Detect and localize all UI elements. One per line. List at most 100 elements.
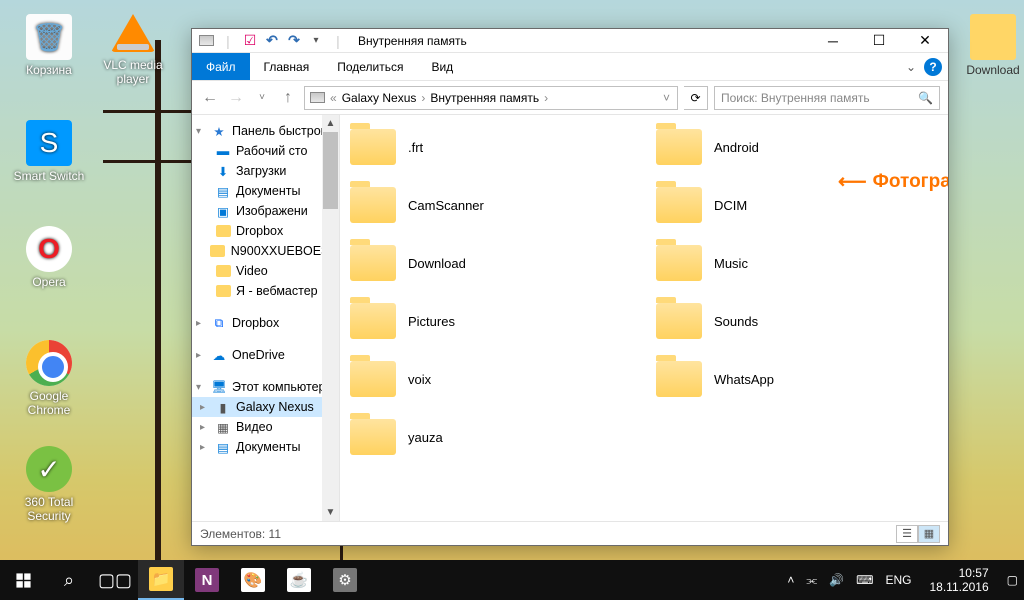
start-button[interactable]: [0, 560, 46, 600]
wifi-icon[interactable]: ⫘: [806, 573, 817, 588]
sidebar-item-documents-pc[interactable]: ▸▤Документы: [192, 437, 339, 457]
sidebar-item-downloads[interactable]: ⬇Загрузки📌: [192, 161, 339, 181]
search-icon[interactable]: 🔍: [918, 91, 933, 105]
folder-voix[interactable]: voix: [350, 361, 632, 397]
scroll-down-icon[interactable]: ▼: [322, 504, 339, 521]
content-pane[interactable]: .frt Android CamScanner DCIM Download Mu…: [340, 115, 948, 521]
action-center-icon[interactable]: ▢: [1007, 573, 1018, 587]
taskbar-app[interactable]: ⚙: [322, 560, 368, 600]
folder-icon: [215, 283, 231, 299]
star-icon: ★: [211, 123, 227, 139]
download-folder-shortcut[interactable]: Download: [954, 14, 1024, 77]
view-tab[interactable]: Вид: [417, 53, 467, 80]
forward-button[interactable]: →: [226, 88, 246, 108]
sidebar-item-documents[interactable]: ▤Документы📌: [192, 181, 339, 201]
back-button[interactable]: ←: [200, 88, 220, 108]
minimize-button[interactable]: ─: [810, 29, 856, 53]
up-button[interactable]: ↑: [278, 88, 298, 108]
search-button[interactable]: ⌕: [46, 560, 92, 600]
folder-whatsapp[interactable]: WhatsApp: [656, 361, 938, 397]
taskbar-file-explorer[interactable]: 📁: [138, 560, 184, 600]
folder-label: CamScanner: [408, 198, 484, 213]
video-icon: ▦: [215, 419, 231, 435]
maximize-button[interactable]: ☐: [856, 29, 902, 53]
folder-camscanner[interactable]: CamScanner: [350, 187, 632, 223]
sidebar-item-dropbox[interactable]: Dropbox: [192, 221, 339, 241]
system-tray[interactable]: ˄ ⫘ 🔊 ⌨ ENG 10:5718.11.2016 ▢: [787, 560, 1024, 600]
sidebar-item-videos[interactable]: ▸▦Видео: [192, 417, 339, 437]
volume-icon[interactable]: 🔊: [829, 573, 844, 587]
vlc-shortcut[interactable]: VLC media player: [94, 14, 172, 86]
sidebar-item-n900[interactable]: N900XXUEBOE3_: [192, 241, 339, 261]
address-bar[interactable]: « Galaxy Nexus › Внутренняя память › ˅: [304, 86, 678, 110]
folder-download[interactable]: Download: [350, 245, 632, 281]
tray-expand-icon[interactable]: ˄: [787, 573, 794, 587]
help-icon[interactable]: ?: [924, 58, 942, 76]
address-bar-row: ← → ˅ ↑ « Galaxy Nexus › Внутренняя памя…: [192, 81, 948, 115]
taskbar-paint[interactable]: 🎨: [230, 560, 276, 600]
path-dropdown-icon[interactable]: ˅: [660, 91, 673, 105]
folder-music[interactable]: Music: [656, 245, 938, 281]
redo-icon[interactable]: ↷: [286, 33, 302, 49]
folder-android[interactable]: Android: [656, 129, 938, 165]
vlc-label: VLC media player: [103, 58, 162, 86]
keyboard-icon[interactable]: ⌨: [856, 573, 873, 587]
taskbar-java[interactable]: ☕: [276, 560, 322, 600]
undo-icon[interactable]: ↶: [264, 33, 280, 49]
chrome-shortcut[interactable]: Google Chrome: [10, 340, 88, 417]
task-view-button[interactable]: ▢▢: [92, 560, 138, 600]
recent-dropdown[interactable]: ˅: [252, 88, 272, 108]
sidebar-item-desktop[interactable]: ▬Рабочий сто📌: [192, 141, 339, 161]
share-tab[interactable]: Поделиться: [323, 53, 417, 80]
document-icon: ▤: [215, 183, 231, 199]
folder-icon: [656, 245, 702, 281]
properties-icon[interactable]: ☑: [242, 33, 258, 49]
icons-view-button[interactable]: ▦: [918, 525, 940, 543]
sidebar-scroll-thumb[interactable]: [323, 119, 338, 209]
360-icon: ✓: [26, 446, 72, 492]
details-view-button[interactable]: ☰: [896, 525, 918, 543]
taskbar[interactable]: ⌕ ▢▢ 📁 N 🎨 ☕ ⚙ ˄ ⫘ 🔊 ⌨ ENG 10:5718.11.20…: [0, 560, 1024, 600]
file-tab[interactable]: Файл: [192, 53, 250, 80]
sidebar-item-video[interactable]: Video: [192, 261, 339, 281]
opera-icon: O: [26, 226, 72, 272]
sidebar-item-this-pc[interactable]: ▾🖥Этот компьютер: [192, 377, 339, 397]
close-button[interactable]: ✕: [902, 29, 948, 53]
opera-shortcut[interactable]: OOpera: [10, 226, 88, 289]
sidebar-item-dropbox-root[interactable]: ▸⧉Dropbox: [192, 313, 339, 333]
smart-switch-shortcut[interactable]: SSmart Switch: [10, 120, 88, 183]
chevron-right-icon[interactable]: ›: [418, 91, 428, 105]
refresh-button[interactable]: ⟳: [684, 86, 708, 110]
folder-icon: [350, 245, 396, 281]
titlebar[interactable]: | ☑ ↶ ↷ ▾ | Внутренняя память ─ ☐ ✕: [192, 29, 948, 53]
folder-yauza[interactable]: yauza: [350, 419, 632, 455]
navigation-pane[interactable]: ▾★Панель быстрого ▬Рабочий сто📌 ⬇Загрузк…: [192, 115, 340, 521]
folder-sounds[interactable]: Sounds: [656, 303, 938, 339]
path-segment[interactable]: Внутренняя память: [430, 91, 539, 105]
search-input[interactable]: [721, 91, 918, 105]
taskbar-onenote[interactable]: N: [184, 560, 230, 600]
qat-dropdown-icon[interactable]: ▾: [308, 33, 324, 49]
sidebar-item-quick-access[interactable]: ▾★Панель быстрого: [192, 121, 339, 141]
chevron-right-icon[interactable]: ›: [541, 91, 551, 105]
scroll-up-icon[interactable]: ▲: [322, 115, 339, 132]
path-segment[interactable]: Galaxy Nexus: [342, 91, 417, 105]
sidebar-item-onedrive[interactable]: ▸☁OneDrive: [192, 345, 339, 365]
sidebar-item-pictures[interactable]: ▣Изображени📌: [192, 201, 339, 221]
folder-pictures[interactable]: Pictures: [350, 303, 632, 339]
home-tab[interactable]: Главная: [250, 53, 324, 80]
language-indicator[interactable]: ENG: [885, 573, 911, 587]
sidebar-item-galaxy-nexus[interactable]: ▸▮Galaxy Nexus: [192, 397, 339, 417]
360-security-shortcut[interactable]: ✓360 Total Security: [10, 446, 88, 523]
folder-icon: [350, 419, 396, 455]
folder-label: .frt: [408, 140, 423, 155]
chrome-label: Google Chrome: [28, 389, 71, 417]
recycle-bin[interactable]: 🗑Корзина: [10, 14, 88, 77]
sidebar-item-webmaster[interactable]: Я - вебмастер: [192, 281, 339, 301]
folder-dcim[interactable]: DCIM: [656, 187, 938, 223]
clock[interactable]: 10:5718.11.2016: [923, 566, 994, 595]
vlc-cone-icon: [111, 14, 155, 52]
ribbon-expand-icon[interactable]: ⌄: [898, 60, 924, 74]
search-box[interactable]: 🔍: [714, 86, 940, 110]
folder-frt[interactable]: .frt: [350, 129, 632, 165]
